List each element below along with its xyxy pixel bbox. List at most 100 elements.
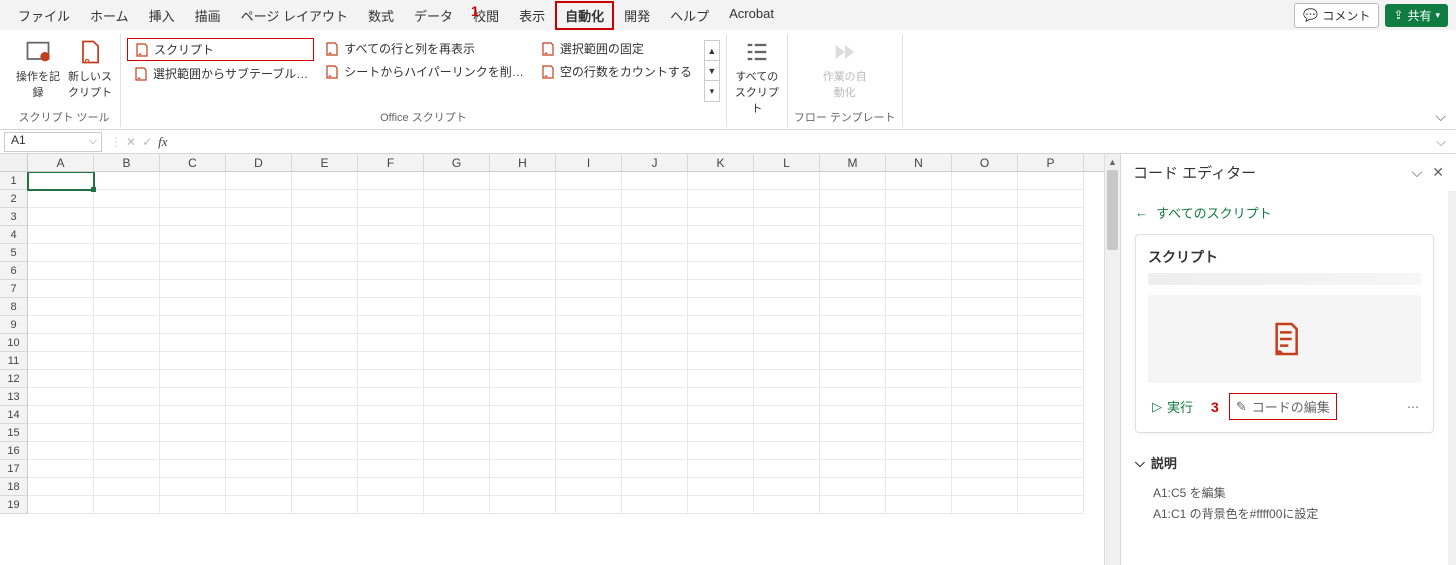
cell[interactable] [1018,478,1084,496]
cell[interactable] [490,442,556,460]
row-header[interactable]: 6 [0,262,28,280]
menu-item-数式[interactable]: 数式 [358,1,404,30]
cell[interactable] [820,244,886,262]
cell[interactable] [622,352,688,370]
cell[interactable] [226,172,292,190]
cell[interactable] [688,424,754,442]
column-header[interactable]: K [688,154,754,171]
cell[interactable] [886,442,952,460]
cell[interactable] [820,406,886,424]
cell[interactable] [358,406,424,424]
cell[interactable] [490,190,556,208]
back-to-all-scripts[interactable]: ← すべてのスクリプト [1135,199,1434,234]
column-header[interactable]: A [28,154,94,171]
cell[interactable] [556,496,622,514]
column-header[interactable]: H [490,154,556,171]
cell[interactable] [490,298,556,316]
cell[interactable] [94,208,160,226]
cell[interactable] [28,424,94,442]
cell[interactable] [820,190,886,208]
cell[interactable] [160,352,226,370]
cell[interactable] [688,262,754,280]
row-header[interactable]: 5 [0,244,28,262]
cell[interactable] [226,442,292,460]
cell[interactable] [886,406,952,424]
column-header[interactable]: J [622,154,688,171]
menu-item-挿入[interactable]: 挿入 [139,1,185,30]
cell[interactable] [556,280,622,298]
cell[interactable] [226,334,292,352]
row-header[interactable]: 10 [0,334,28,352]
cell[interactable] [1018,298,1084,316]
cell[interactable] [160,280,226,298]
cell[interactable] [622,208,688,226]
row-header[interactable]: 11 [0,352,28,370]
menu-item-校閲[interactable]: 校閲 [463,1,509,30]
cell[interactable] [622,316,688,334]
cell[interactable] [94,388,160,406]
cell[interactable] [886,190,952,208]
cell[interactable] [886,298,952,316]
column-header[interactable]: M [820,154,886,171]
cell[interactable] [556,226,622,244]
spreadsheet-grid[interactable]: ABCDEFGHIJKLMNOP 12345678910111213141516… [0,154,1104,565]
cell[interactable] [886,262,952,280]
cell[interactable] [424,208,490,226]
cell[interactable] [556,352,622,370]
cell[interactable] [622,424,688,442]
cell[interactable] [1018,388,1084,406]
cell[interactable] [1018,442,1084,460]
share-button[interactable]: ⇪ 共有 ▾ [1385,4,1448,27]
cell[interactable] [556,388,622,406]
cell[interactable] [1018,244,1084,262]
cell[interactable] [292,172,358,190]
menu-item-ページ レイアウト[interactable]: ページ レイアウト [231,1,358,30]
cell[interactable] [556,406,622,424]
cell[interactable] [886,172,952,190]
cell[interactable] [556,442,622,460]
cell[interactable] [94,442,160,460]
cell[interactable] [952,280,1018,298]
cell[interactable] [688,280,754,298]
cell[interactable] [1018,280,1084,298]
cell[interactable] [424,298,490,316]
cell[interactable] [952,352,1018,370]
cell[interactable] [754,478,820,496]
cell[interactable] [754,370,820,388]
cell[interactable] [820,226,886,244]
menu-item-描画[interactable]: 描画 [185,1,231,30]
menu-item-ファイル[interactable]: ファイル [8,1,80,30]
cell[interactable] [556,244,622,262]
script-gallery-item[interactable]: 選択範囲の固定 [534,38,698,59]
cell[interactable] [622,496,688,514]
cell[interactable] [1018,316,1084,334]
cell[interactable] [556,334,622,352]
cell[interactable] [688,316,754,334]
script-gallery-item[interactable]: すべての行と列を再表示 [318,38,530,59]
cell[interactable] [952,406,1018,424]
cell[interactable] [94,244,160,262]
cell[interactable] [292,262,358,280]
cell[interactable] [160,442,226,460]
cell[interactable] [622,190,688,208]
ribbon-collapse-button[interactable]: ⌵ [1435,108,1446,125]
cell[interactable] [292,352,358,370]
cell[interactable] [226,280,292,298]
cell[interactable] [820,460,886,478]
cell[interactable] [160,244,226,262]
cell[interactable] [754,460,820,478]
cell[interactable] [1018,496,1084,514]
cell[interactable] [292,280,358,298]
cell[interactable] [160,190,226,208]
cell[interactable] [28,190,94,208]
cell[interactable] [490,262,556,280]
cell[interactable] [688,352,754,370]
cell[interactable] [358,442,424,460]
row-header[interactable]: 9 [0,316,28,334]
cell[interactable] [622,298,688,316]
cell[interactable] [358,262,424,280]
row-header[interactable]: 12 [0,370,28,388]
cell[interactable] [292,388,358,406]
cell[interactable] [754,316,820,334]
cell[interactable] [490,388,556,406]
